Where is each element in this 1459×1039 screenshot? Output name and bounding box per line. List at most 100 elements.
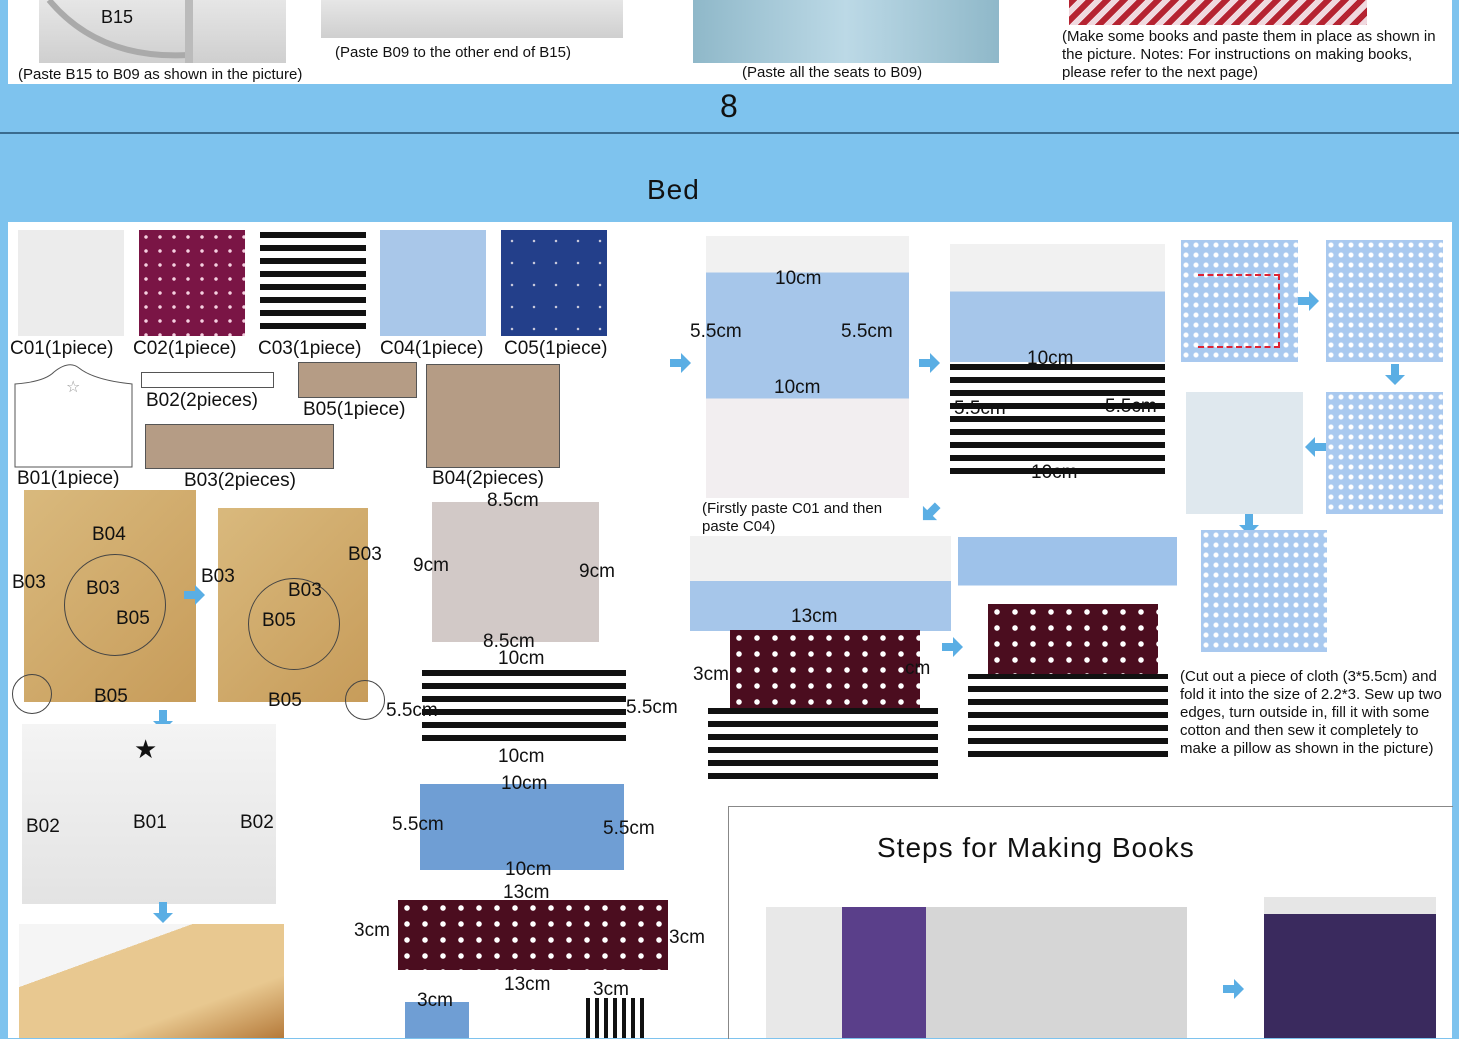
swatch-c01 [18, 230, 124, 336]
step2-left: 5.5cm [954, 398, 1006, 419]
arrow-left-icon [1305, 437, 1326, 457]
swatch-c03 [260, 230, 366, 336]
fabric-dots [398, 900, 668, 970]
assembly-b03-mid: B03 [86, 578, 120, 599]
fabric-stripe [422, 664, 626, 748]
label-c04: C04(1piece) [380, 338, 484, 359]
headboard-b02-left: B02 [26, 816, 60, 837]
arrow-right-icon-6 [1223, 979, 1244, 999]
assembly2-b05-bottom: B05 [268, 690, 302, 711]
book-finished-photo [1264, 897, 1436, 1038]
label-b02: B02(2pieces) [146, 390, 258, 411]
arrow-right-icon-2 [670, 353, 691, 373]
blue-right: 5.5cm [603, 818, 655, 839]
caption-make-books: (Make some books and paste them in place… [1062, 28, 1436, 81]
dots-left: 3cm [354, 920, 390, 941]
step2-right: 5.5cm [1105, 396, 1157, 417]
assembly2-b05-mid: B05 [262, 610, 296, 631]
pillow-step-3 [1186, 392, 1303, 514]
label-b03: B03(2pieces) [184, 470, 296, 491]
bed-final-dots [988, 604, 1158, 674]
step2-top: 10cm [1027, 348, 1074, 369]
fabric-small-stripe [581, 998, 645, 1038]
stripe-left: 5.5cm [386, 700, 438, 721]
part-b01-shape: ☆ [14, 364, 133, 468]
felt-top: 8.5cm [487, 490, 539, 511]
small2-top: 3cm [593, 979, 629, 1000]
part-b03-shape [145, 424, 334, 469]
bed-instructions-panel: C01(1piece) C02(1piece) C03(1piece) C04(… [8, 222, 1453, 1039]
arrow-down-icon-2 [153, 902, 173, 923]
assembly2-b03-mid: B03 [288, 580, 322, 601]
label-b01: B01(1piece) [17, 468, 120, 489]
page-number: 8 [720, 88, 738, 124]
step-photo-b09 [321, 0, 623, 38]
headboard-b01: B01 [133, 812, 167, 833]
arrow-right-icon-3 [919, 353, 940, 373]
step-photo-books [1069, 0, 1367, 25]
part-b04-shape [426, 364, 560, 468]
label-b05: B05(1piece) [303, 399, 406, 420]
bed-final-stripes [968, 674, 1168, 764]
step2-bottom: 10cm [1031, 462, 1078, 483]
b15-label: B15 [101, 7, 134, 27]
arrow-right-icon-5 [1298, 291, 1319, 311]
swatch-c05 [501, 230, 607, 336]
pillow-finished [1201, 530, 1327, 652]
label-b04: B04(2pieces) [432, 468, 544, 489]
step3-right: cm [905, 658, 931, 679]
label-c02: C02(1piece) [133, 338, 237, 359]
pillow-caption: (Cut out a piece of cloth (3*5.5cm) and … [1180, 668, 1442, 757]
assembly2-b03-right: B03 [348, 544, 382, 565]
blue-bottom: 10cm [505, 859, 552, 880]
part-b05-shape [298, 362, 417, 398]
dots-right: 3cm [669, 927, 705, 948]
dots-top: 13cm [503, 882, 550, 903]
stripe-top: 10cm [498, 648, 545, 669]
step1-right: 5.5cm [841, 321, 893, 342]
caption-paste-b15: (Paste B15 to B09 as shown in the pictur… [18, 66, 303, 83]
step3-top: 13cm [791, 606, 838, 627]
assembly2-b03-left: B03 [201, 566, 235, 587]
step3-left: 3cm [693, 664, 729, 685]
blue-left: 5.5cm [392, 814, 444, 835]
bed-step-3-dots [730, 630, 920, 708]
pillow-step-4 [1326, 392, 1443, 514]
book-fold-photo [766, 907, 1187, 1038]
assembly-b03-left: B03 [12, 572, 46, 593]
books-title: Steps for Making Books [877, 832, 1195, 863]
prev-step-panel: B15 (Paste B15 to B09 as shown in the pi… [8, 0, 1452, 84]
assembly-b04: B04 [92, 524, 126, 545]
felt-left: 9cm [413, 555, 449, 576]
star-icon: ★ [134, 734, 158, 764]
swatch-c04 [380, 230, 486, 336]
divider-line [0, 132, 1459, 134]
felt-right: 9cm [579, 561, 615, 582]
part-b02-shape [141, 372, 274, 388]
fabric-felt [432, 502, 599, 642]
assembly-b05-bottom: B05 [94, 686, 128, 707]
step-photo-seats [693, 0, 999, 63]
bed-step-3-stripes [708, 708, 938, 786]
headboard-b02-right: B02 [240, 812, 274, 833]
blue-top: 10cm [501, 773, 548, 794]
stripe-bottom: 10cm [498, 746, 545, 767]
step1-top: 10cm [775, 268, 822, 289]
fabric-blue [420, 784, 624, 870]
frame-illustration [46, 0, 193, 63]
pillow-step-2 [1326, 240, 1443, 362]
label-c05: C05(1piece) [504, 338, 608, 359]
bed-frame-photo [19, 924, 284, 1038]
pillow-cut-line [1198, 274, 1280, 348]
label-c01: C01(1piece) [10, 338, 114, 359]
zoom-circle-4 [345, 680, 385, 720]
dots-bottom: 13cm [504, 974, 551, 995]
zoom-circle-2 [12, 674, 52, 714]
arrow-down-icon-3 [1385, 364, 1405, 385]
step1-bottom: 10cm [774, 377, 821, 398]
swatch-c02 [139, 230, 245, 336]
caption-paste-b09: (Paste B09 to the other end of B15) [335, 44, 571, 61]
section-title: Bed [647, 174, 700, 205]
caption-firstly-paste: (Firstly paste C01 and then paste C04) [702, 500, 883, 535]
zoom-circle-1 [64, 554, 166, 656]
